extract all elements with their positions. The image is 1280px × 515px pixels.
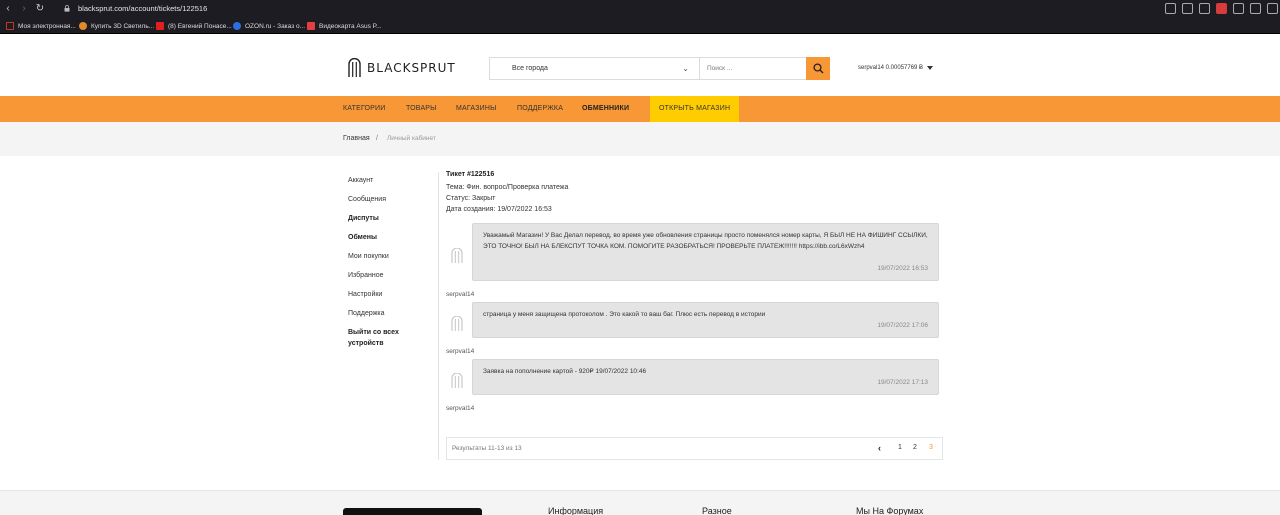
footer-heading-misc: Разное	[702, 506, 732, 515]
nav-products[interactable]: ТОВАРЫ	[406, 96, 437, 122]
reload-icon[interactable]: ↻	[34, 3, 46, 15]
message-bubble: Заявка на пополнение картой - 920₽ 19/07…	[472, 359, 939, 395]
footer-heading-forums: Мы На Форумах	[856, 506, 924, 515]
message-author: serpval14	[446, 291, 475, 298]
search-input[interactable]: Поиск ...	[699, 57, 807, 80]
prev-page-icon[interactable]: ‹	[878, 443, 881, 453]
footer-heading-info: Информация	[548, 506, 604, 515]
message-bubble: Уважамый Магазин! У Вас Делал перевод, в…	[472, 223, 939, 281]
bookmark-item[interactable]: Купить 3D Светиль...	[79, 21, 154, 31]
nav-exchangers[interactable]: ОБМЕННИКИ	[582, 96, 629, 122]
caret-down-icon	[927, 66, 934, 70]
nav-open-shop[interactable]: ОТКРЫТЬ МАГАЗИН	[650, 96, 740, 122]
logo-icon	[348, 58, 361, 77]
message-text: Заявка на пополнение картой - 920₽ 19/07…	[483, 368, 647, 375]
results-count: Результаты 11-13 из 13	[452, 445, 522, 452]
site-logo[interactable]: BLACKSPRUT	[348, 58, 456, 78]
nav-support[interactable]: ПОДДЕРЖКА	[517, 96, 563, 122]
toolbar-icons	[1165, 3, 1278, 14]
message-time: 19/07/2022 17:13	[877, 378, 928, 386]
search-button[interactable]	[806, 57, 830, 80]
bookmark-label: Купить 3D Светиль...	[91, 22, 155, 30]
bookmark-favicon-icon	[6, 22, 14, 30]
search-icon	[812, 63, 823, 74]
bookmark-item[interactable]: Видеокарта Asus P...	[307, 21, 382, 31]
url-text[interactable]: blacksprut.com/account/tickets/122516	[78, 4, 207, 13]
page-link-1[interactable]: 1	[898, 444, 902, 451]
forward-icon[interactable]: ›	[18, 3, 30, 15]
footer-logo-block	[343, 508, 482, 515]
main-nav: КАТЕГОРИИ ТОВАРЫ МАГАЗИНЫ ПОДДЕРЖКА ОБМЕ…	[0, 96, 1280, 122]
footer	[0, 490, 1280, 515]
logo-text: BLACKSPRUT	[367, 61, 456, 75]
message-text: страница у меня защищена протоколом . Эт…	[483, 311, 766, 318]
bookmarks-bar: Моя электронная... Купить 3D Светиль... …	[0, 18, 1280, 34]
sidebar-item-logout-all[interactable]: Выйти со всех устройств	[348, 327, 418, 349]
youtube-icon	[156, 22, 164, 30]
sidebar-item-favorites[interactable]: Избранное	[348, 270, 383, 281]
ticket-topic: Тема: Фин. вопрос/Проверка платежа	[446, 184, 569, 191]
bookmark-label: OZON.ru - Заказ о...	[245, 22, 306, 30]
breadcrumb	[0, 122, 1280, 156]
breadcrumb-separator: /	[376, 135, 378, 142]
message-author: serpval14	[446, 405, 475, 412]
message-text: Уважамый Магазин! У Вас Делал перевод, в…	[483, 232, 928, 250]
back-icon[interactable]: ‹	[2, 3, 14, 15]
bookmark-label: Моя электронная...	[18, 22, 76, 30]
bookmark-label: (8) Евгений Понасе...	[168, 22, 232, 30]
avatar-icon	[451, 248, 463, 263]
download-icon[interactable]	[1250, 3, 1261, 14]
ticket-created: Дата создания: 19/07/2022 16:53	[446, 206, 552, 213]
message-time: 19/07/2022 16:53	[877, 264, 928, 272]
avatar-icon	[451, 316, 463, 331]
store-icon	[307, 22, 315, 30]
city-select[interactable]: Все города ⌄	[489, 57, 699, 80]
page-link-3[interactable]: 3	[929, 444, 933, 451]
share-icon[interactable]	[1165, 3, 1176, 14]
bookmark-icon[interactable]	[1199, 3, 1210, 14]
bookmark-item[interactable]: Моя электронная...	[6, 21, 76, 31]
sidebar-item-disputes[interactable]: Диспуты	[348, 213, 379, 224]
camera-icon[interactable]	[1182, 3, 1193, 14]
sidebar-item-support[interactable]: Поддержка	[348, 308, 385, 319]
sidebar-item-purchases[interactable]: Мои покупки	[348, 251, 389, 262]
bookmark-item[interactable]: (8) Евгений Понасе...	[156, 21, 232, 31]
sidebar-item-settings[interactable]: Настройки	[348, 289, 382, 300]
breadcrumb-home[interactable]: Главная	[343, 135, 370, 142]
ticket-title: Тикет #122516	[446, 171, 495, 178]
sidebar-item-exchanges[interactable]: Обмены	[348, 232, 377, 243]
ticket-status: Статус: Закрыт	[446, 195, 496, 202]
sidebar-divider	[438, 172, 439, 460]
nav-shops[interactable]: МАГАЗИНЫ	[456, 96, 497, 122]
sidebar-item-account[interactable]: Аккаунт	[348, 175, 373, 186]
bookmark-label: Видеокарта Asus P...	[319, 22, 382, 30]
nav-categories[interactable]: КАТЕГОРИИ	[343, 96, 386, 122]
shield-icon[interactable]	[1216, 3, 1227, 14]
ozon-icon	[233, 22, 241, 30]
pagination: Результаты 11-13 из 13 ‹ 1 2 3	[446, 437, 943, 460]
avatar-icon	[451, 373, 463, 388]
sidebar-item-messages[interactable]: Сообщения	[348, 194, 386, 205]
message-bubble: страница у меня защищена протоколом . Эт…	[472, 302, 939, 338]
user-balance: serpval14 0.00057769 Ƀ	[858, 65, 924, 71]
message-time: 19/07/2022 17:06	[877, 321, 928, 329]
city-select-value: Все города	[512, 65, 548, 72]
heart-icon[interactable]	[1233, 3, 1244, 14]
user-menu[interactable]: serpval14 0.00057769 Ƀ	[858, 65, 934, 71]
lock-icon	[64, 5, 70, 12]
page-link-2[interactable]: 2	[913, 444, 917, 451]
bookmark-item[interactable]: OZON.ru - Заказ о...	[233, 21, 305, 31]
browser-address-bar: ‹ › ↻ blacksprut.com/account/tickets/122…	[0, 0, 1280, 18]
menu-icon[interactable]	[1267, 3, 1278, 14]
bookmark-favicon-icon	[79, 22, 87, 30]
message-author: serpval14	[446, 348, 475, 355]
chevron-down-icon: ⌄	[682, 64, 689, 73]
breadcrumb-current: Личный кабинет	[387, 135, 436, 142]
